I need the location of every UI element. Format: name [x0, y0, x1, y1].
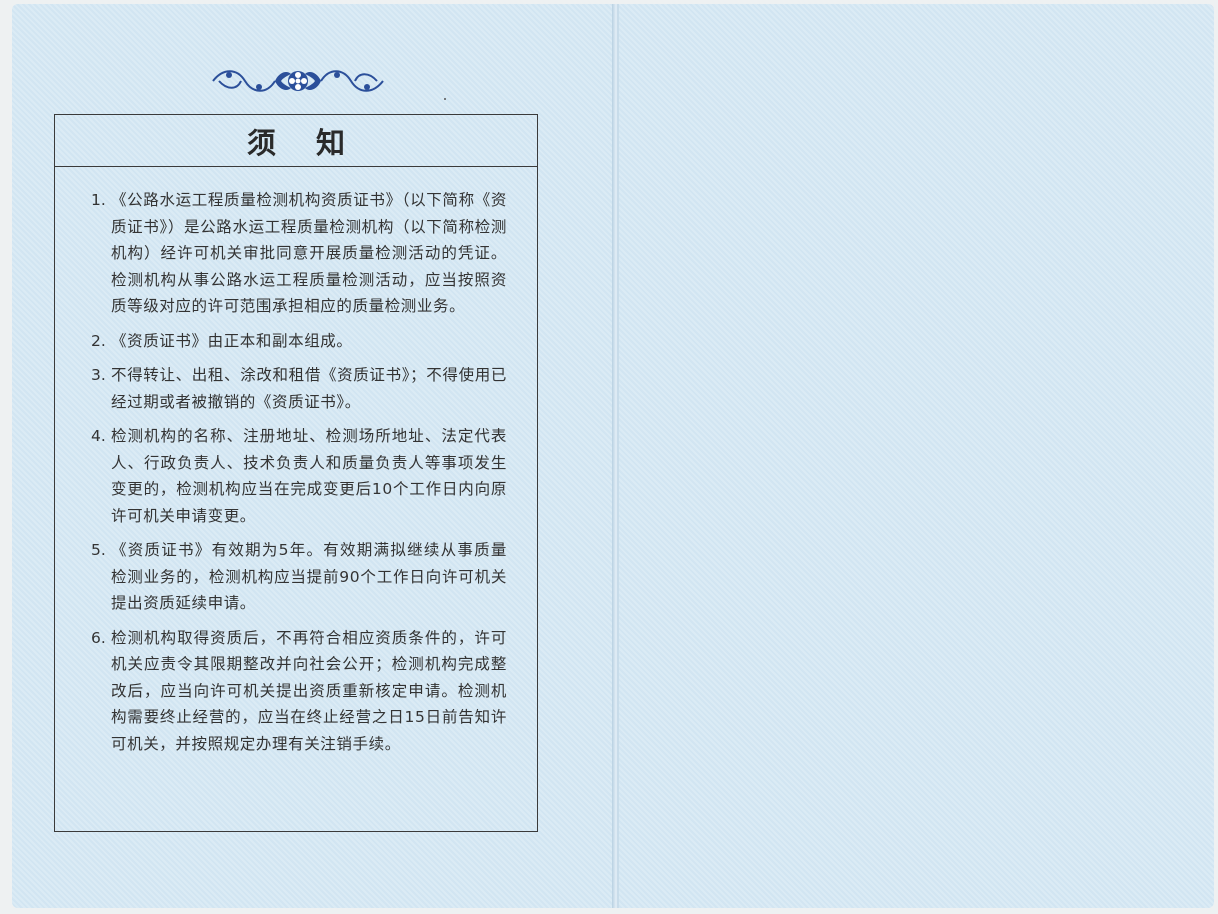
item-number: 5.	[91, 541, 106, 559]
floral-ornament-icon	[212, 70, 384, 92]
item-number: 3.	[91, 366, 106, 384]
item-text: 不得转让、出租、涂改和租借《资质证书》；不得使用已经过期或者被撤销的《资质证书》…	[111, 366, 507, 411]
notice-item-2: 2. 《资质证书》由正本和副本组成。	[91, 328, 507, 355]
item-number: 1.	[91, 191, 106, 209]
notice-items: 1. 《公路水运工程质量检测机构资质证书》（以下简称《资质证书》）是公路水运工程…	[55, 167, 537, 757]
item-text: 检测机构的名称、注册地址、检测场所地址、法定代表人、行政负责人、技术负责人和质量…	[111, 427, 507, 525]
item-text: 检测机构取得资质后，不再符合相应资质条件的，许可机关应责令其限期整改并向社会公开…	[111, 628, 507, 753]
notice-title: 须知	[55, 115, 537, 167]
notice-item-3: 3. 不得转让、出租、涂改和租借《资质证书》；不得使用已经过期或者被撤销的《资质…	[91, 362, 507, 415]
item-number: 4.	[91, 427, 106, 445]
notice-item-1: 1. 《公路水运工程质量检测机构资质证书》（以下简称《资质证书》）是公路水运工程…	[91, 187, 507, 320]
notice-item-6: 6. 检测机构取得资质后，不再符合相应资质条件的，许可机关应责令其限期整改并向社…	[91, 625, 507, 758]
item-number: 2.	[91, 331, 106, 350]
notice-item-5: 5. 《资质证书》有效期为5年。有效期满拟继续从事质量检测业务的，检测机构应当提…	[91, 537, 507, 617]
item-text: 《资质证书》有效期为5年。有效期满拟继续从事质量检测业务的，检测机构应当提前90…	[111, 541, 507, 612]
notice-item-4: 4. 检测机构的名称、注册地址、检测场所地址、法定代表人、行政负责人、技术负责人…	[91, 423, 507, 529]
item-text: 《资质证书》由正本和副本组成。	[111, 331, 353, 350]
item-number: 6.	[91, 628, 106, 647]
item-text: 《公路水运工程质量检测机构资质证书》（以下简称《资质证书》）是公路水运工程质量检…	[111, 191, 507, 315]
right-page	[617, 4, 1214, 908]
ink-dot	[444, 98, 446, 100]
scan-background: 须知 1. 《公路水运工程质量检测机构资质证书》（以下简称《资质证书》）是公路水…	[0, 0, 1218, 914]
notice-box: 须知 1. 《公路水运工程质量检测机构资质证书》（以下简称《资质证书》）是公路水…	[54, 114, 538, 832]
